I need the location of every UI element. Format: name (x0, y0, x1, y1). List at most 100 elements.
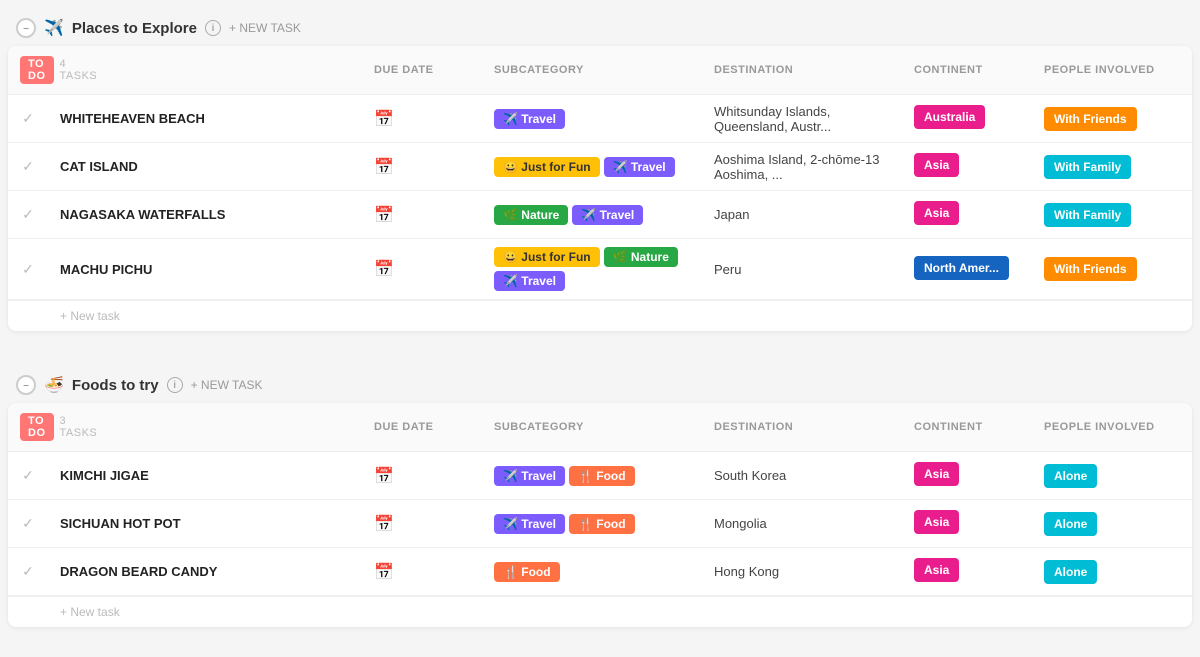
group-places: –✈️ Places to Explore i + NEW TASK TO DO4 TA… (0, 10, 1200, 331)
task-name-3: MACHU PICHU (48, 254, 362, 285)
continent-col-0: Asia (902, 458, 1032, 493)
column-header-3: SUBCATEGORY (482, 46, 702, 94)
people-col-0: With Friends (1032, 103, 1192, 135)
calendar-icon[interactable]: 📅 (374, 205, 394, 225)
checkmark[interactable]: ✓ (22, 467, 34, 484)
tag-nature[interactable]: 🌿 Nature (494, 205, 568, 225)
calendar-icon[interactable]: 📅 (374, 514, 394, 534)
column-header-0: TO DO4 TASKS (8, 46, 48, 94)
tag-travel[interactable]: ✈️ Travel (494, 271, 565, 291)
check-icon-row-2[interactable]: ✓ (8, 206, 48, 223)
tag-fun[interactable]: 😀 Just for Fun (494, 247, 600, 267)
check-icon-row-1[interactable]: ✓ (8, 515, 48, 532)
people-col-1: Alone (1032, 508, 1192, 540)
due-date-col-3[interactable]: 📅 (362, 251, 482, 287)
calendar-icon[interactable]: 📅 (374, 109, 394, 129)
column-header-1 (48, 46, 362, 94)
checkmark[interactable]: ✓ (22, 110, 34, 127)
collapse-button-foods[interactable]: – (16, 375, 36, 395)
group-header-foods: –🍜 Foods to try i + NEW TASK (0, 367, 1200, 403)
column-header-6: PEOPLE INVOLVED (1032, 46, 1192, 94)
table-header-foods: TO DO3 TASKSDUE DATESUBCATEGORYDESTINATI… (8, 403, 1192, 452)
continent-col-1: Asia (902, 506, 1032, 541)
people-badge: With Family (1044, 155, 1131, 179)
checkmark[interactable]: ✓ (22, 515, 34, 532)
column-header-1 (48, 403, 362, 451)
group-title-places: Places to Explore (72, 20, 197, 37)
task-name-0: WHITEHEAVEN BEACH (48, 103, 362, 134)
check-icon-row-1[interactable]: ✓ (8, 158, 48, 175)
due-date-col-0[interactable]: 📅 (362, 458, 482, 494)
destination-col-0: Whitsunday Islands, Queensland, Austr... (702, 96, 902, 142)
calendar-icon[interactable]: 📅 (374, 157, 394, 177)
tag-fun[interactable]: 😀 Just for Fun (494, 157, 600, 177)
check-icon-row-0[interactable]: ✓ (8, 110, 48, 127)
people-col-2: With Family (1032, 199, 1192, 231)
checkmark[interactable]: ✓ (22, 261, 34, 278)
people-badge: Alone (1044, 464, 1097, 488)
tag-travel[interactable]: ✈️ Travel (604, 157, 675, 177)
group-icon-foods: 🍜 (44, 375, 64, 395)
tag-food[interactable]: 🍴 Food (569, 514, 635, 534)
column-header-2: DUE DATE (362, 403, 482, 451)
subcategory-col-0: ✈️ Travel🍴 Food (482, 458, 702, 494)
check-icon-row-0[interactable]: ✓ (8, 467, 48, 484)
tag-travel[interactable]: ✈️ Travel (494, 109, 565, 129)
check-icon-row-2[interactable]: ✓ (8, 563, 48, 580)
info-icon-foods[interactable]: i (167, 377, 183, 393)
due-date-col-2[interactable]: 📅 (362, 197, 482, 233)
table-foods: TO DO3 TASKSDUE DATESUBCATEGORYDESTINATI… (8, 403, 1192, 627)
subcategory-col-2: 🍴 Food (482, 554, 702, 590)
people-badge: Alone (1044, 560, 1097, 584)
new-task-header-button-places[interactable]: + NEW TASK (229, 21, 301, 35)
due-date-col-2[interactable]: 📅 (362, 554, 482, 590)
people-badge: With Friends (1044, 257, 1137, 281)
group-icon-places: ✈️ (44, 18, 64, 38)
new-task-row-foods[interactable]: + New task (8, 596, 1192, 627)
column-header-2: DUE DATE (362, 46, 482, 94)
checkmark[interactable]: ✓ (22, 158, 34, 175)
column-header-4: DESTINATION (702, 46, 902, 94)
continent-badge: Asia (914, 510, 959, 534)
calendar-icon[interactable]: 📅 (374, 466, 394, 486)
people-col-3: With Friends (1032, 253, 1192, 285)
tag-food[interactable]: 🍴 Food (494, 562, 560, 582)
continent-badge: Australia (914, 105, 985, 129)
checkmark[interactable]: ✓ (22, 206, 34, 223)
new-task-header-button-foods[interactable]: + NEW TASK (191, 378, 263, 392)
continent-badge: Asia (914, 462, 959, 486)
tag-travel[interactable]: ✈️ Travel (494, 514, 565, 534)
tag-nature[interactable]: 🌿 Nature (604, 247, 678, 267)
continent-col-2: Asia (902, 197, 1032, 232)
destination-col-1: Mongolia (702, 508, 902, 539)
new-task-row-places[interactable]: + New task (8, 300, 1192, 331)
subcategory-col-2: 🌿 Nature✈️ Travel (482, 197, 702, 233)
destination-col-0: South Korea (702, 460, 902, 491)
info-icon-places[interactable]: i (205, 20, 221, 36)
destination-col-2: Hong Kong (702, 556, 902, 587)
collapse-button-places[interactable]: – (16, 18, 36, 38)
calendar-icon[interactable]: 📅 (374, 562, 394, 582)
continent-col-0: Australia (902, 101, 1032, 136)
column-header-0: TO DO3 TASKS (8, 403, 48, 451)
table-header-places: TO DO4 TASKS DUE DATESUBCATEGORYDESTINATI… (8, 46, 1192, 95)
table-row: ✓ MACHU PICHU 📅 😀 Just for Fun🌿 Nature ✈️ Tr… (8, 239, 1192, 300)
continent-col-3: North Amer... (902, 252, 1032, 287)
people-badge: With Friends (1044, 107, 1137, 131)
continent-badge: Asia (914, 201, 959, 225)
checkmark[interactable]: ✓ (22, 563, 34, 580)
tag-food[interactable]: 🍴 Food (569, 466, 635, 486)
due-date-col-1[interactable]: 📅 (362, 149, 482, 185)
tag-travel[interactable]: ✈️ Travel (494, 466, 565, 486)
task-name-1: SICHUAN HOT POT (48, 508, 362, 539)
calendar-icon[interactable]: 📅 (374, 259, 394, 279)
task-name-2: NAGASAKA WATERFALLS (48, 199, 362, 230)
group-title-foods: Foods to try (72, 377, 159, 394)
column-header-3: SUBCATEGORY (482, 403, 702, 451)
due-date-col-0[interactable]: 📅 (362, 101, 482, 137)
tag-travel[interactable]: ✈️ Travel (572, 205, 643, 225)
check-icon-row-3[interactable]: ✓ (8, 261, 48, 278)
people-badge: With Family (1044, 203, 1131, 227)
task-name-2: DRAGON BEARD CANDY (48, 556, 362, 587)
due-date-col-1[interactable]: 📅 (362, 506, 482, 542)
